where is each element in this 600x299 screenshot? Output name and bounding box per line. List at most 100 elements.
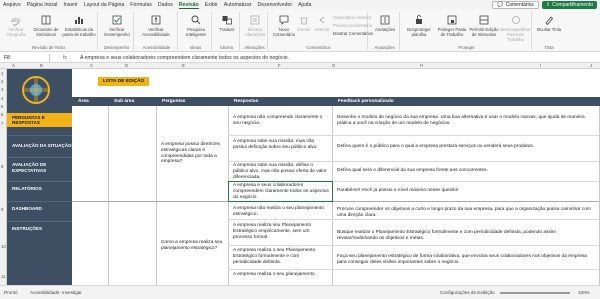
protect-workbook-button[interactable]: Proteger Pasta de Trabalho [435,14,469,37]
show-changes-button[interactable]: Mostrar Alterações [241,14,269,37]
sidebar-item-avaliacao-expectativas[interactable]: AVALIAÇÃO DE EXPECTATIVAS [7,157,72,177]
col-header[interactable]: E [182,63,185,68]
previous-comment-button[interactable]: Anterior [312,14,332,32]
hide-ink-button[interactable]: Ocultar Tinta [535,14,563,32]
delete-comment-button[interactable]: Excluir [294,14,314,32]
question-cell[interactable]: A empresa possui diretrizes estratégicas… [158,141,228,166]
answer-cell[interactable]: A empresa não compreende claramente o se… [230,114,332,128]
next-comment-option[interactable]: Próximo Comentário [333,23,372,28]
row-line [228,135,599,136]
menu-revisao[interactable]: Revisão [178,2,199,9]
edit-ranges-icon [479,15,489,25]
feedback-cell[interactable]: Procure compreender os objetivos a curto… [334,206,598,220]
col-header[interactable]: D [125,63,128,68]
fx-label[interactable]: fx [50,55,80,61]
row-header[interactable]: 9 [1,207,3,212]
comments-button[interactable]: 💬 Comentários [492,1,539,9]
answer-cell[interactable]: A empresa realiza o seu planejamento [230,271,332,279]
row-header[interactable]: 8 [1,164,3,169]
ribbon-group-revisao: abc Verificar Ortografia Dicionário de S… [0,12,98,50]
accessibility-status[interactable]: Acessibilidade: Investigar [30,290,82,295]
check-performance-button[interactable]: Verificar Desempenho [103,14,131,37]
sidebar-item-perguntas[interactable]: PERGUNTAS E RESPOSTAS [7,113,72,127]
row-header[interactable]: 11 [1,274,5,279]
notes-button[interactable]: Anotações [371,14,399,32]
menu-layout[interactable]: Layout da Página [84,2,124,8]
menu-ajuda[interactable]: Ajuda [298,2,311,8]
previous-icon [319,16,325,24]
feedback-cell[interactable]: Parabéns!! Você já possui o nível máximo… [334,187,598,195]
feedback-cell[interactable]: Faça seu planejamento estratégico de for… [334,253,598,267]
row-header[interactable]: 10 [1,244,6,249]
col-header[interactable]: H [420,63,423,68]
feedback-cell[interactable]: Busque realizar o Planejamento Estratégi… [334,229,598,243]
workbook-stats-button[interactable]: Estatísticas da pasta de trabalho [62,14,96,37]
unprotect-sheet-button[interactable]: Desproteger planilha [403,14,435,37]
row-header[interactable]: 1 [1,71,3,76]
unshare-workbook-button[interactable]: Desconpartilhar Pasta de Trabalho [499,14,532,42]
feedback-cell[interactable]: Desenhe o modelo de negócio da sua empre… [334,114,598,128]
answer-cell[interactable]: A empresa sabe sua missão, mas não possu… [230,138,332,152]
menu-arquivo[interactable]: Arquivo [3,2,21,8]
feedback-cell[interactable]: Defina qual será o diferencial da sua em… [334,167,598,175]
spelling-label: Verificar Ortografia [6,27,26,37]
share-button[interactable]: ⇪ Compartilhamento [541,1,597,9]
col-header[interactable]: F [278,63,281,68]
previous-label: Anterior [314,27,330,32]
group-label-comentarios: Comentários [306,45,331,50]
row-header[interactable]: 6 [1,112,3,117]
translate-button[interactable]: Traduzir [213,14,241,32]
zoom-level[interactable]: 100% [578,290,590,295]
question-cell[interactable]: Como a empresa realiza seu planejamento … [158,239,228,253]
protect-workbook-label: Proteger Pasta de Trabalho [437,27,467,37]
sidebar-item-avaliacao-situacao[interactable]: AVALIAÇÃO DA SITUAÇÃO [7,135,72,155]
prev-comment-text: Comentário Anterior [333,15,372,20]
col-header[interactable]: J [590,63,592,68]
svg-text:abc: abc [11,18,21,24]
row-header[interactable]: 7 [1,121,3,126]
answer-cell[interactable]: A empresa realiza seu Planejamento Estra… [230,222,332,241]
menu-desenvolvedor[interactable]: Desenvolvedor [257,2,292,8]
prev-comment-option[interactable]: Comentário Anterior [333,15,371,20]
col-header[interactable]: I [540,63,541,68]
th-subarea: Sub área [114,99,135,104]
col-header[interactable]: G [332,63,335,68]
col-header[interactable]: A [12,63,15,68]
row-header[interactable]: 5 [1,104,3,109]
edit-list-tag[interactable]: LISTA DE EDIÇÃO [98,77,150,86]
sidebar-item-dashboard[interactable]: DASHBOARD [7,201,72,215]
display-settings[interactable]: Configurações de Exibição [440,290,495,295]
answer-cell[interactable]: A empresa sabe sua missão, define o públ… [230,162,332,181]
spelling-button[interactable]: abc Verificar Ortografia [2,14,30,37]
menu-dados[interactable]: Dados [158,2,173,8]
menu-exibir[interactable]: Exibir [205,2,218,8]
menu-automatizar[interactable]: Automatizar [224,2,252,8]
thesaurus-button[interactable]: Dicionário de Sinônimos [32,14,60,37]
edit-ranges-label: Permitir Edição de Intervalos [469,27,499,37]
answer-cell[interactable]: A empresa realiza o seu Planejamento Est… [230,247,332,266]
allow-edit-ranges-button[interactable]: Permitir Edição de Intervalos [469,14,499,37]
row-header[interactable]: 3 [1,87,3,92]
zoom-slider[interactable] [500,292,570,294]
formula-input[interactable]: A empresa e seus colaboradores compreend… [80,55,289,61]
col-header[interactable]: B [40,63,43,68]
row-header[interactable]: 4 [1,96,3,101]
sidebar-item-instrucoes[interactable]: INSTRUÇÕES [7,221,72,235]
menu-formulas[interactable]: Fórmulas [130,2,152,8]
row-header[interactable]: 2 [1,79,3,84]
feedback-cell[interactable]: Defina quem é o público para o qual a em… [334,143,598,151]
spelling-icon: abc [11,18,21,26]
check-accessibility-button[interactable]: Verificar Acessibilidade [142,14,170,37]
delete-icon [300,17,308,25]
menu-pagina-inicial[interactable]: Página Inicial [27,2,58,8]
smart-lookup-button[interactable]: Pesquisa Inteligente [182,14,210,37]
unlock-icon [416,15,422,24]
answer-cell[interactable]: A empresa não realiza o seu planejamento… [230,205,332,219]
ribbon: abc Verificar Ortografia Dicionário de S… [0,10,600,52]
show-comments-option[interactable]: Mostrar Comentários [333,31,373,36]
col-header[interactable]: C [90,63,93,68]
sidebar-item-relatorios[interactable]: RELATÓRIOS [7,181,72,195]
name-box[interactable]: F8 [0,53,50,62]
menu-inserir[interactable]: Inserir [63,2,77,8]
worksheet[interactable]: LISTA DE EDIÇÃO Área Sub área Perguntas … [72,69,600,285]
